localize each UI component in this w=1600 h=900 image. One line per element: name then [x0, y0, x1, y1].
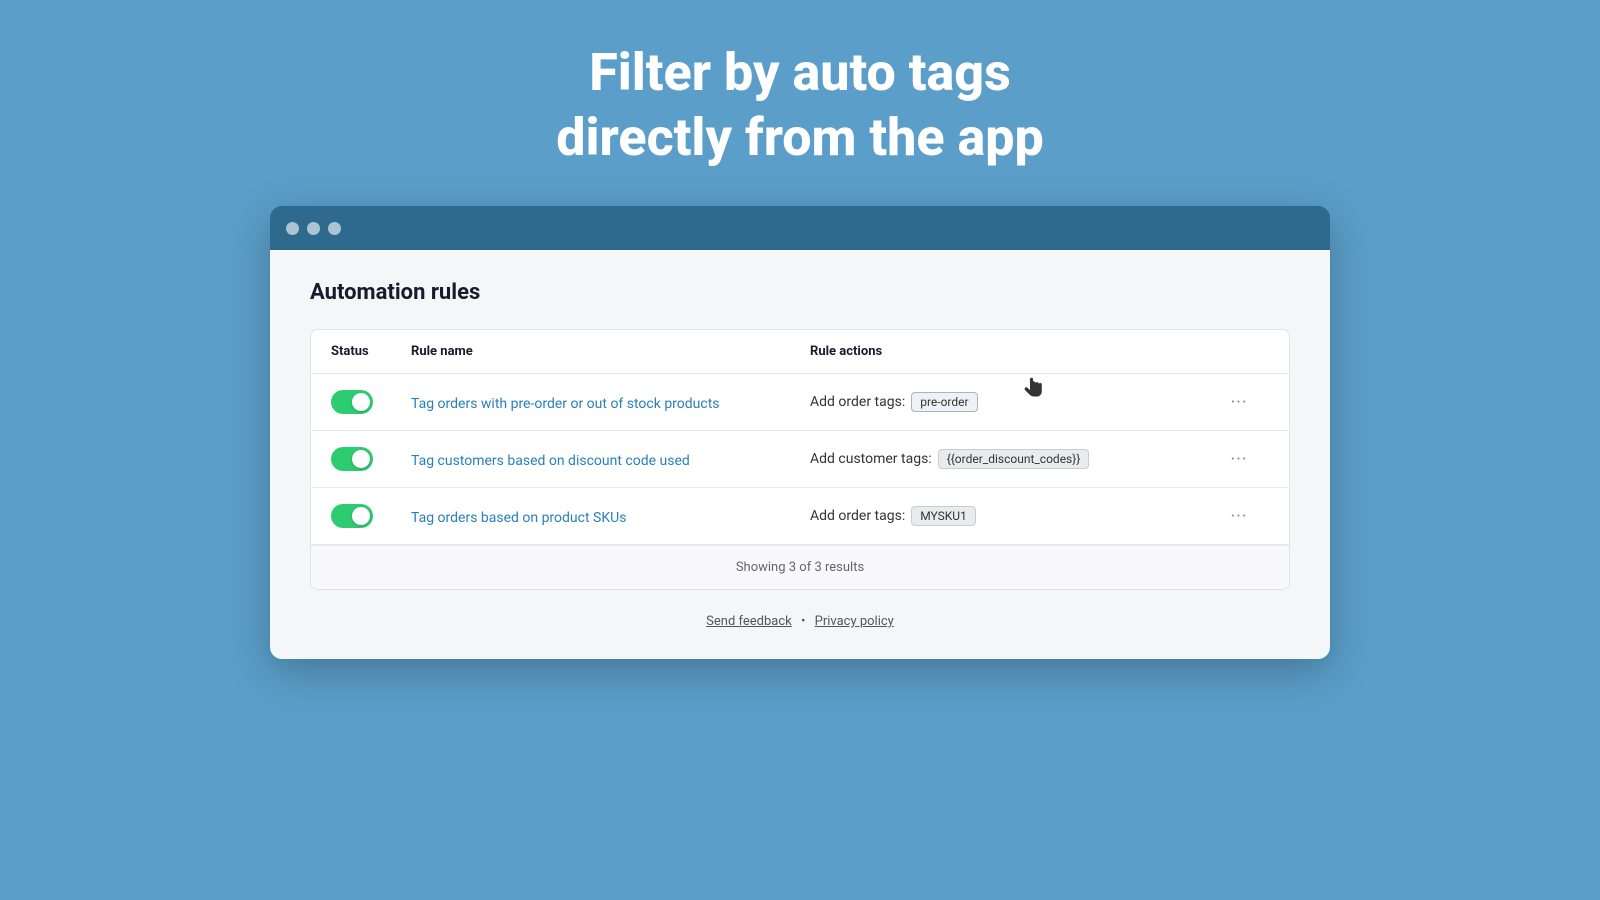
traffic-dot-2: [307, 222, 320, 235]
rule-actions-cell-row2: Add customer tags: {{order_discount_code…: [810, 449, 1209, 469]
browser-titlebar: [270, 206, 1330, 250]
footer-separator: •: [801, 614, 805, 629]
toggle-switch-row2[interactable]: [331, 447, 373, 471]
toggle-switch-row3[interactable]: [331, 504, 373, 528]
cursor-hand-icon: [1021, 374, 1049, 402]
automation-rules-table: Status Rule name Rule actions Tag orders…: [310, 329, 1290, 590]
col-header-status: Status: [331, 344, 411, 359]
action-label-row2: Add customer tags:: [810, 451, 932, 467]
col-header-extra: [1209, 344, 1269, 359]
table-row: Tag orders based on product SKUs Add ord…: [311, 488, 1289, 545]
browser-content: Automation rules Status Rule name Rule a…: [270, 250, 1330, 659]
showing-results: Showing 3 of 3 results: [311, 545, 1289, 589]
tag-badge-row1: pre-order: [911, 392, 977, 412]
tag-badge-row3: MYSKU1: [911, 506, 976, 526]
rule-name-link-row3[interactable]: Tag orders based on product SKUs: [411, 510, 626, 526]
table-row: Tag customers based on discount code use…: [311, 431, 1289, 488]
col-header-rule-name: Rule name: [411, 344, 810, 359]
rule-actions-cell-row1: Add order tags: pre-order: [810, 392, 1209, 412]
table-row: Tag orders with pre-order or out of stoc…: [311, 374, 1289, 431]
send-feedback-link[interactable]: Send feedback: [706, 614, 792, 629]
footer-links: Send feedback • Privacy policy: [310, 614, 1290, 629]
hero-line2: directly from the app: [556, 107, 1044, 168]
action-label-row3: Add order tags:: [810, 508, 905, 524]
more-options-row2[interactable]: ···: [1209, 449, 1269, 470]
toggle-row1[interactable]: [331, 390, 411, 414]
table-header-row: Status Rule name Rule actions: [311, 330, 1289, 374]
toggle-row3[interactable]: [331, 504, 411, 528]
action-label-row1: Add order tags:: [810, 394, 905, 410]
traffic-dot-1: [286, 222, 299, 235]
toggle-row2[interactable]: [331, 447, 411, 471]
rule-name-cell-row2: Tag customers based on discount code use…: [411, 450, 810, 469]
hero-line1: Filter by auto tags: [589, 42, 1011, 103]
privacy-policy-link[interactable]: Privacy policy: [815, 614, 894, 629]
more-options-row1[interactable]: ···: [1209, 392, 1269, 413]
hero-heading: Filter by auto tags directly from the ap…: [556, 40, 1044, 170]
toggle-switch-row1[interactable]: [331, 390, 373, 414]
rule-name-link-row2[interactable]: Tag customers based on discount code use…: [411, 453, 690, 469]
browser-window: Automation rules Status Rule name Rule a…: [270, 206, 1330, 659]
more-options-row3[interactable]: ···: [1209, 506, 1269, 527]
rule-name-cell-row1: Tag orders with pre-order or out of stoc…: [411, 393, 810, 412]
traffic-dot-3: [328, 222, 341, 235]
tag-badge-row2: {{order_discount_codes}}: [938, 449, 1090, 469]
col-header-rule-actions: Rule actions: [810, 344, 1209, 359]
rule-actions-cell-row3: Add order tags: MYSKU1: [810, 506, 1209, 526]
rule-name-cell-row3: Tag orders based on product SKUs: [411, 507, 810, 526]
rule-name-link-row1[interactable]: Tag orders with pre-order or out of stoc…: [411, 396, 720, 412]
page-title: Automation rules: [310, 280, 1290, 305]
